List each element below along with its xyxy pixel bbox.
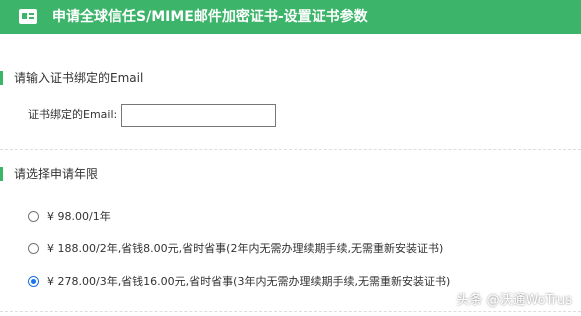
radio-2-year[interactable] <box>28 242 39 254</box>
email-section-title: 请输入证书绑定的Email <box>0 71 143 85</box>
page-title: 申请全球信任S/MIME邮件加密证书-设置证书参数 <box>52 9 368 25</box>
term-option-1-year[interactable]: ¥ 98.00/1年 <box>28 209 111 223</box>
term-option-3-year[interactable]: ¥ 278.00/3年,省钱16.00元,省时省事(3年内无需办理续期手续,无需… <box>28 274 450 288</box>
page-header: 申请全球信任S/MIME邮件加密证书-设置证书参数 <box>0 0 581 34</box>
certificate-card-icon <box>19 9 37 24</box>
term-option-label: ¥ 278.00/3年,省钱16.00元,省时省事(3年内无需办理续期手续,无需… <box>47 275 451 288</box>
term-option-2-year[interactable]: ¥ 188.00/2年,省钱8.00元,省时省事(2年内无需办理续期手续,无需重… <box>28 241 443 255</box>
watermark-text: 头条 @沃通WoTrus <box>456 293 572 308</box>
term-section-title: 请选择申请年限 <box>0 167 98 181</box>
radio-1-year[interactable] <box>28 210 39 222</box>
radio-3-year[interactable] <box>28 275 39 287</box>
term-option-label: ¥ 98.00/1年 <box>47 210 111 223</box>
section-divider <box>0 311 581 312</box>
email-field-label: 证书绑定的Email: <box>28 108 118 121</box>
section-divider <box>0 149 581 150</box>
email-field[interactable] <box>121 104 276 127</box>
term-option-label: ¥ 188.00/2年,省钱8.00元,省时省事(2年内无需办理续期手续,无需重… <box>47 242 444 255</box>
